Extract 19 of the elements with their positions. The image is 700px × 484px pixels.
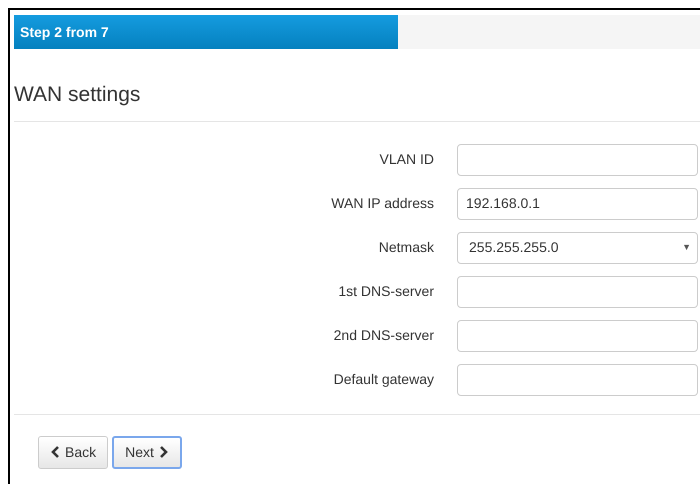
input-field[interactable]: 192.168.0.1 [457, 188, 698, 220]
section-title: WAN settings [14, 83, 140, 106]
input-field[interactable] [457, 320, 698, 352]
field-label: 2nd DNS-server [332, 326, 435, 345]
next-button[interactable]: Next [112, 436, 182, 468]
dropdown-arrow-icon: ▼ [682, 240, 691, 254]
field-label: WAN IP address [330, 194, 435, 213]
input-field[interactable] [457, 364, 698, 396]
netmask-dropdown[interactable]: 255.255.255.0 ▼ [457, 232, 698, 264]
progress-label: Step 2 from 7 [20, 22, 109, 42]
input-field[interactable] [457, 276, 698, 308]
field-label: Netmask [378, 238, 435, 257]
chevron-right-icon [158, 446, 169, 458]
field-label: Default gateway [332, 370, 435, 389]
field-label: 1st DNS-server [337, 282, 435, 301]
field-label: VLAN ID [378, 150, 435, 169]
input-field[interactable] [457, 144, 698, 176]
back-button[interactable]: Back [38, 436, 108, 468]
chevron-left-icon [50, 446, 61, 458]
